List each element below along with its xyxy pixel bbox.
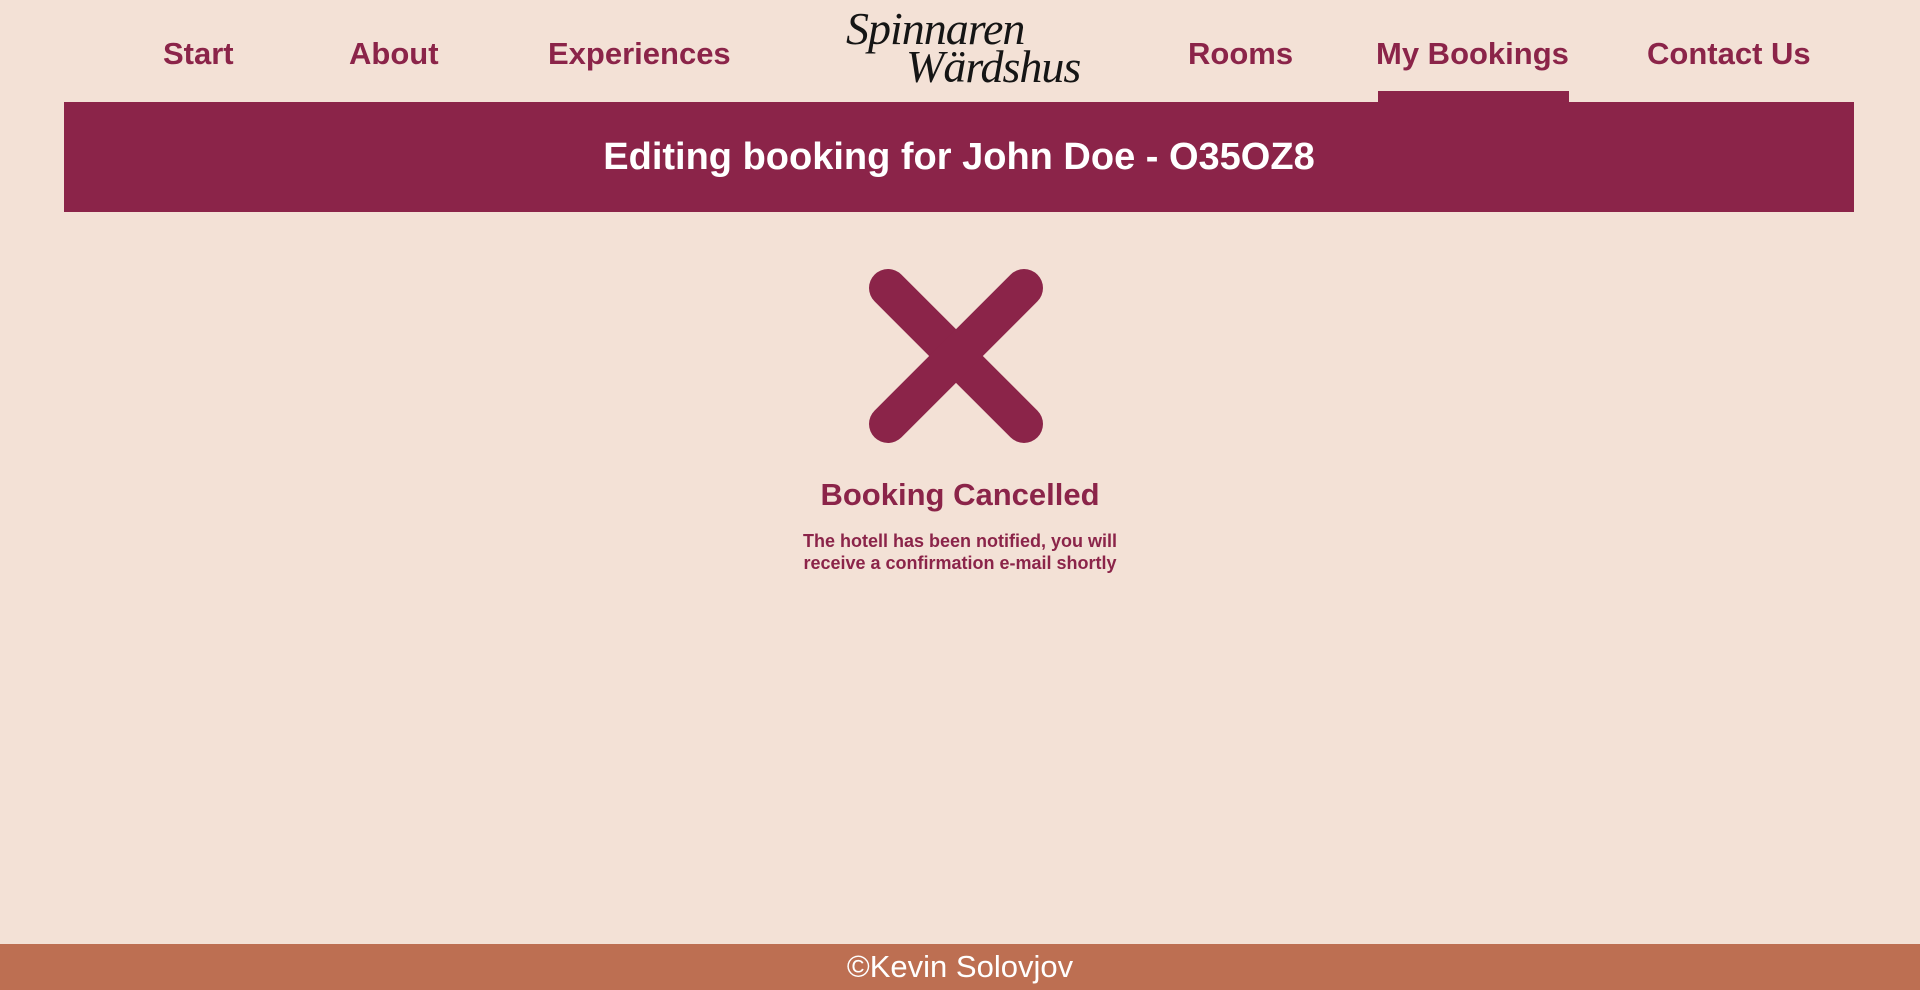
main-nav: Start About Experiences Spinnaren Wärdsh… — [0, 0, 1920, 102]
nav-link-about[interactable]: About — [349, 36, 439, 72]
page: Start About Experiences Spinnaren Wärdsh… — [0, 0, 1920, 990]
nav-link-rooms[interactable]: Rooms — [1188, 36, 1293, 72]
booking-banner: Editing booking for John Doe - O35OZ8 — [64, 102, 1854, 212]
footer-copyright: ©Kevin Solovjov — [846, 949, 1074, 984]
nav-link-my-bookings[interactable]: My Bookings — [1376, 36, 1569, 102]
nav-link-experiences[interactable]: Experiences — [548, 36, 731, 72]
site-logo[interactable]: Spinnaren Wärdshus — [836, 6, 1081, 90]
logo-line-2: Wärdshus — [906, 41, 1081, 92]
footer: ©Kevin Solovjov — [0, 944, 1920, 990]
status-title: Booking Cancelled — [820, 477, 1100, 512]
status-message: The hotell has been notified, you will r… — [760, 530, 1160, 574]
nav-link-contact-us[interactable]: Contact Us — [1647, 36, 1811, 72]
page-title: Editing booking for John Doe - O35OZ8 — [603, 135, 1315, 178]
status-message-line-1: The hotell has been notified, you will — [802, 531, 1118, 551]
status-message-line-2: receive a confirmation e-mail shortly — [803, 553, 1117, 573]
nav-link-start[interactable]: Start — [163, 36, 234, 72]
close-icon — [869, 269, 1043, 443]
